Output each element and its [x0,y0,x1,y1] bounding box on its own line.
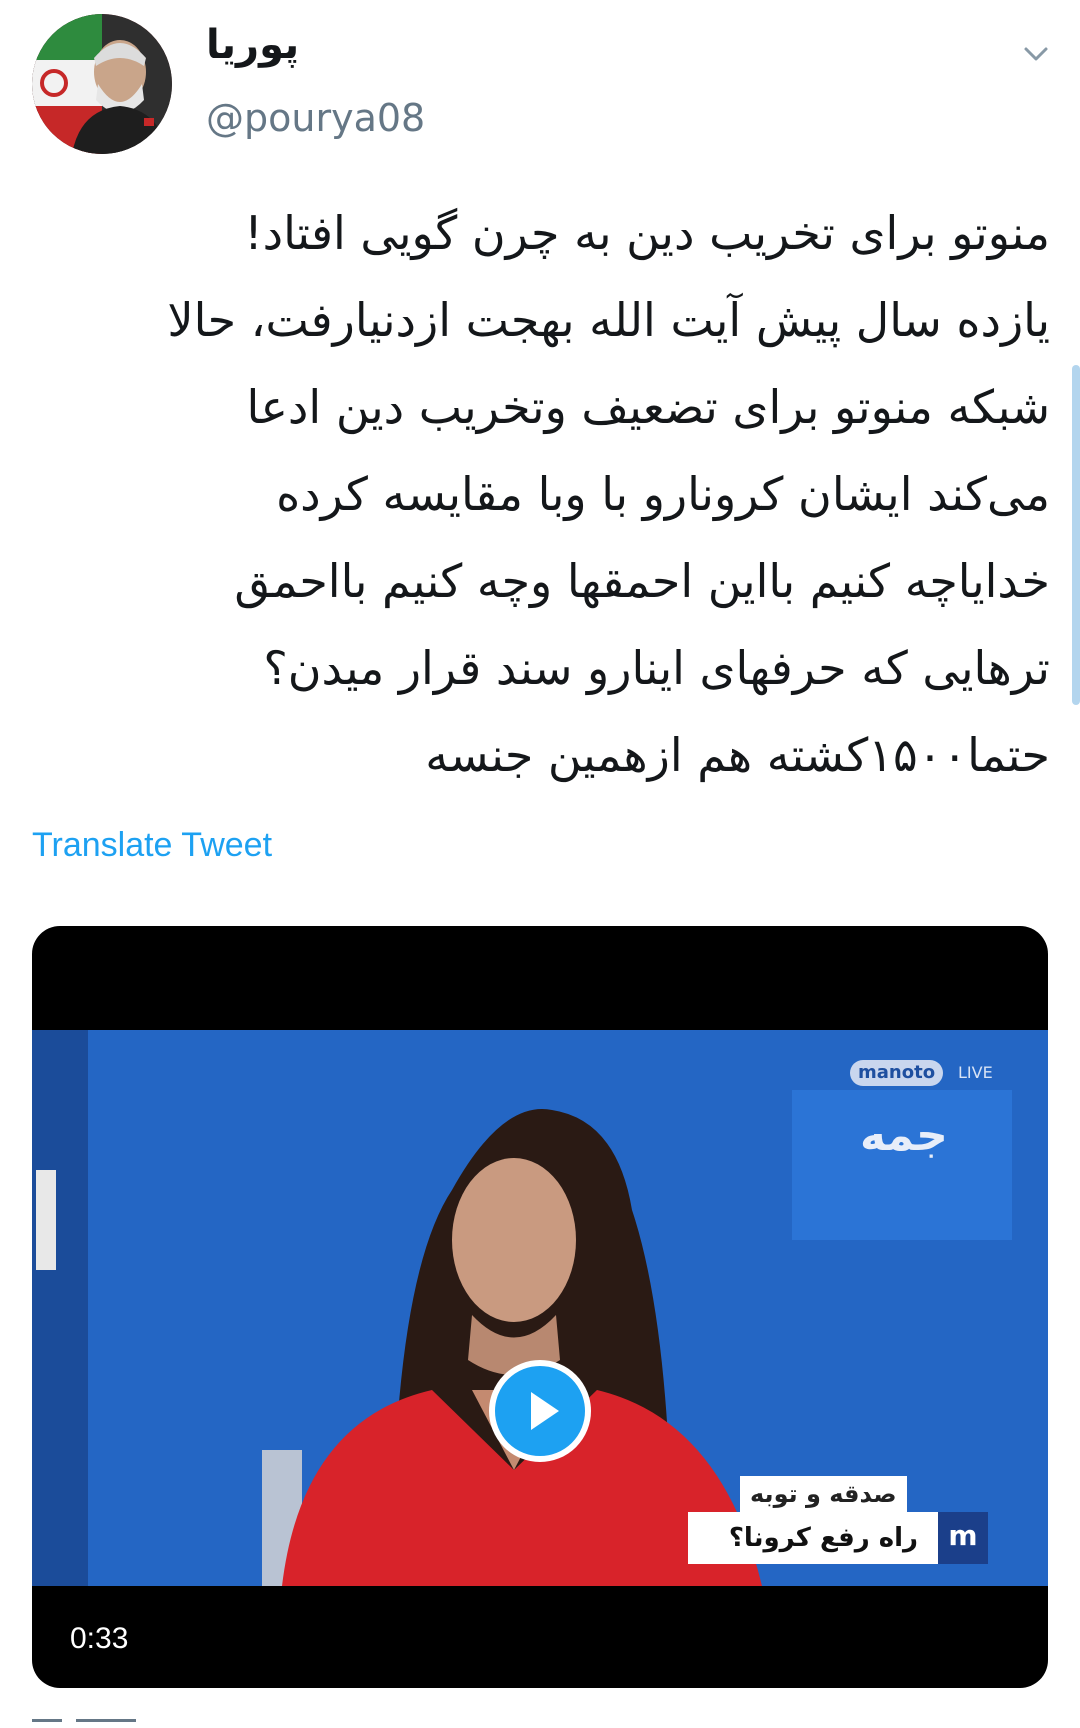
tweet-page: پوریا @pourya08 منوتو برای تخریب دین به … [0,0,1080,1728]
news-ticker-subtitle: صدقه و توبه [740,1476,907,1512]
avatar-image [32,14,172,154]
tweet-line: منوتو برای تخریب دین به چرن گویی افتاد! [244,206,1050,260]
play-icon [531,1392,559,1430]
video-player[interactable]: 0:33 [32,926,1048,1688]
tweet-text: منوتو برای تخریب دین به چرن گویی افتاد! … [40,190,1050,799]
tweet-line: حتما۱۵۰۰کشته هم ازهمین جنسه [425,728,1050,782]
tweet-line: می‌کند ایشان کرونارو با وبا مقایسه کرده [276,467,1050,521]
avatar[interactable] [32,14,172,154]
video-duration: 0:33 [70,1622,129,1655]
user-handle[interactable]: @pourya08 [206,96,425,140]
next-content-peek [32,1712,142,1722]
tweet-line: ترهایی که حرفهای اینارو سند قرار میدن؟ [263,641,1050,695]
translate-tweet-link[interactable]: Translate Tweet [32,826,272,865]
tweet-line: شبکه منوتو برای تضعیف وتخریب دین ادعا [246,380,1050,434]
tweet-line: یازده سال پیش آیت الله بهجت ازدنیارفت، ح… [167,293,1050,347]
channel-badge: manoto [850,1060,944,1086]
channel-live-label: LIVE [958,1063,993,1082]
channel-logo-icon: m [938,1512,988,1564]
chevron-down-icon[interactable] [1020,38,1052,70]
scrollbar[interactable] [1072,365,1080,705]
tweet-line: خدایاچه کنیم بااین احمقها وچه کنیم بااحم… [234,554,1050,608]
channel-mark: جمه [860,1110,948,1161]
play-button[interactable] [489,1360,591,1462]
display-name[interactable]: پوریا [206,22,299,68]
